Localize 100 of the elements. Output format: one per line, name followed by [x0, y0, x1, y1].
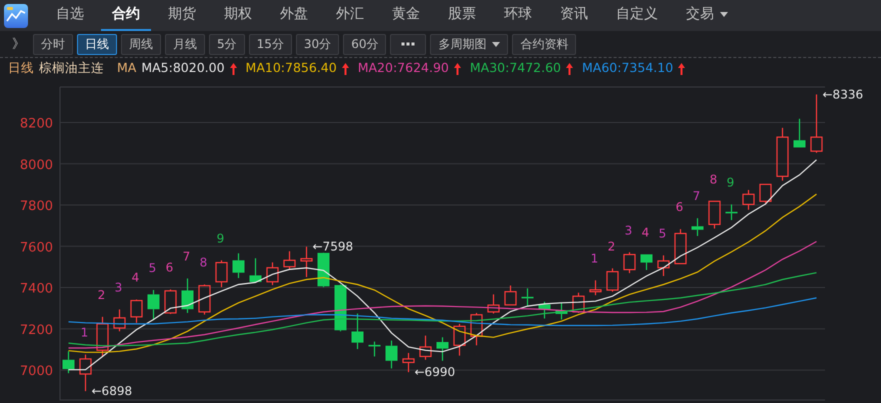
count-label: 8: [200, 255, 208, 270]
candlestick: [283, 251, 296, 270]
axis-label: 8000: [20, 158, 53, 173]
candlestick: [300, 246, 313, 278]
axis-label: 7600: [20, 240, 53, 256]
axis-label: 7800: [20, 199, 53, 214]
candlestick: [522, 288, 534, 306]
ma-value: :7472.60: [505, 59, 562, 78]
count-label: 9: [216, 231, 224, 246]
candlestick: [470, 312, 483, 346]
indicator-name: MA: [117, 59, 136, 78]
menu-tab[interactable]: 环球: [493, 0, 543, 31]
period-button[interactable]: 多周期图: [430, 34, 508, 54]
candlestick: [113, 309, 126, 332]
candlestick: [487, 294, 500, 314]
candlestick: [318, 252, 330, 288]
period-button[interactable]: 分时: [33, 34, 73, 54]
candlestick: [334, 284, 346, 332]
menu-tab[interactable]: 外盘: [269, 0, 319, 31]
candlestick: [352, 314, 364, 350]
period-button[interactable]: 30分: [296, 34, 340, 54]
more-button[interactable]: [390, 34, 426, 54]
candlestick: [386, 340, 398, 368]
candlestick: [589, 280, 602, 296]
candlestick: [182, 278, 194, 313]
candlestick: [708, 200, 721, 229]
expand-button[interactable]: 》: [8, 34, 29, 54]
ma-name: MA30: [470, 59, 506, 78]
menu-tab[interactable]: 期权: [213, 0, 263, 31]
axis-label: 7400: [20, 282, 53, 297]
candlestick: [606, 268, 619, 292]
count-label: 3: [114, 280, 122, 294]
count-label: 2: [98, 288, 106, 302]
price-extreme-label: ←6990: [414, 365, 456, 380]
period-button[interactable]: 月线: [165, 34, 205, 54]
ma-value: :7856.40: [280, 59, 337, 78]
candlestick: [640, 254, 652, 270]
count-label: 7: [182, 249, 190, 264]
candlestick: [453, 324, 466, 356]
price-extreme-label: ←6898: [92, 384, 132, 398]
period-button[interactable]: 周线: [121, 34, 161, 54]
candlestick: [556, 302, 568, 320]
candlestick: [198, 284, 211, 315]
app-logo-icon: [4, 4, 28, 28]
candlestick: [726, 204, 738, 220]
menu-tab[interactable]: 外汇: [325, 0, 375, 31]
axis-label: 8200: [20, 116, 53, 132]
ma-value: :7354.10: [617, 59, 674, 78]
candlestick: [538, 302, 550, 318]
candlestick: [232, 253, 244, 278]
count-label: 5: [148, 261, 156, 276]
ma-name: MA20: [358, 59, 393, 78]
menu-tab[interactable]: 股票: [437, 0, 487, 31]
menu-tab[interactable]: 黄金: [381, 0, 431, 31]
menu-tab[interactable]: 交易: [675, 0, 739, 31]
period-button[interactable]: 5分: [209, 34, 245, 54]
candlestick: [436, 337, 448, 361]
candlestick: [657, 255, 670, 276]
candlestick: [62, 351, 74, 374]
price-extreme-label: ←7598: [312, 240, 354, 254]
period-button[interactable]: 15分: [248, 34, 292, 54]
menu-tab[interactable]: 资讯: [549, 0, 599, 31]
menu-tab[interactable]: 期货: [157, 0, 207, 31]
more-icon: [401, 42, 416, 46]
count-label: 8: [710, 172, 718, 186]
period-button[interactable]: 日线: [77, 34, 117, 54]
candlestick: [266, 262, 279, 286]
menu-tab[interactable]: 自选: [45, 0, 95, 31]
candlestick: [674, 229, 687, 264]
candlestick: [368, 342, 380, 356]
count-label: 6: [676, 200, 684, 214]
candlestick: [250, 258, 262, 283]
count-label: 5: [658, 226, 666, 240]
candlestick: [759, 184, 772, 204]
ma-name: MA5: [141, 59, 169, 78]
count-label: 1: [80, 326, 88, 340]
candlestick: [504, 286, 517, 306]
period-button[interactable]: 合约资料: [512, 34, 576, 54]
axis-label: 7000: [20, 364, 53, 380]
menu-tab[interactable]: 自定义: [605, 0, 669, 31]
count-label: 4: [132, 270, 140, 285]
candlestick: [623, 252, 636, 274]
period-label: 日线: [8, 59, 34, 78]
ma-value: :8020.00: [168, 59, 225, 78]
candlestick: [215, 260, 228, 288]
ma-value: :7624.90: [392, 59, 449, 78]
candlestick: [794, 118, 806, 148]
axis-label: 7200: [20, 322, 53, 338]
candlestick: [402, 352, 415, 372]
period-button[interactable]: 60分: [343, 34, 386, 54]
candlestick: [572, 292, 585, 313]
count-label: 3: [624, 223, 632, 238]
price-extreme-label: ←8336: [822, 87, 864, 102]
contract-name: 棕榈油主连: [39, 59, 104, 78]
candlestick: [419, 336, 432, 360]
count-label: 2: [608, 239, 616, 254]
count-label: 6: [166, 260, 174, 274]
candlestick: [776, 128, 789, 181]
count-label: 7: [692, 189, 700, 204]
ma-name: MA60: [582, 59, 618, 78]
